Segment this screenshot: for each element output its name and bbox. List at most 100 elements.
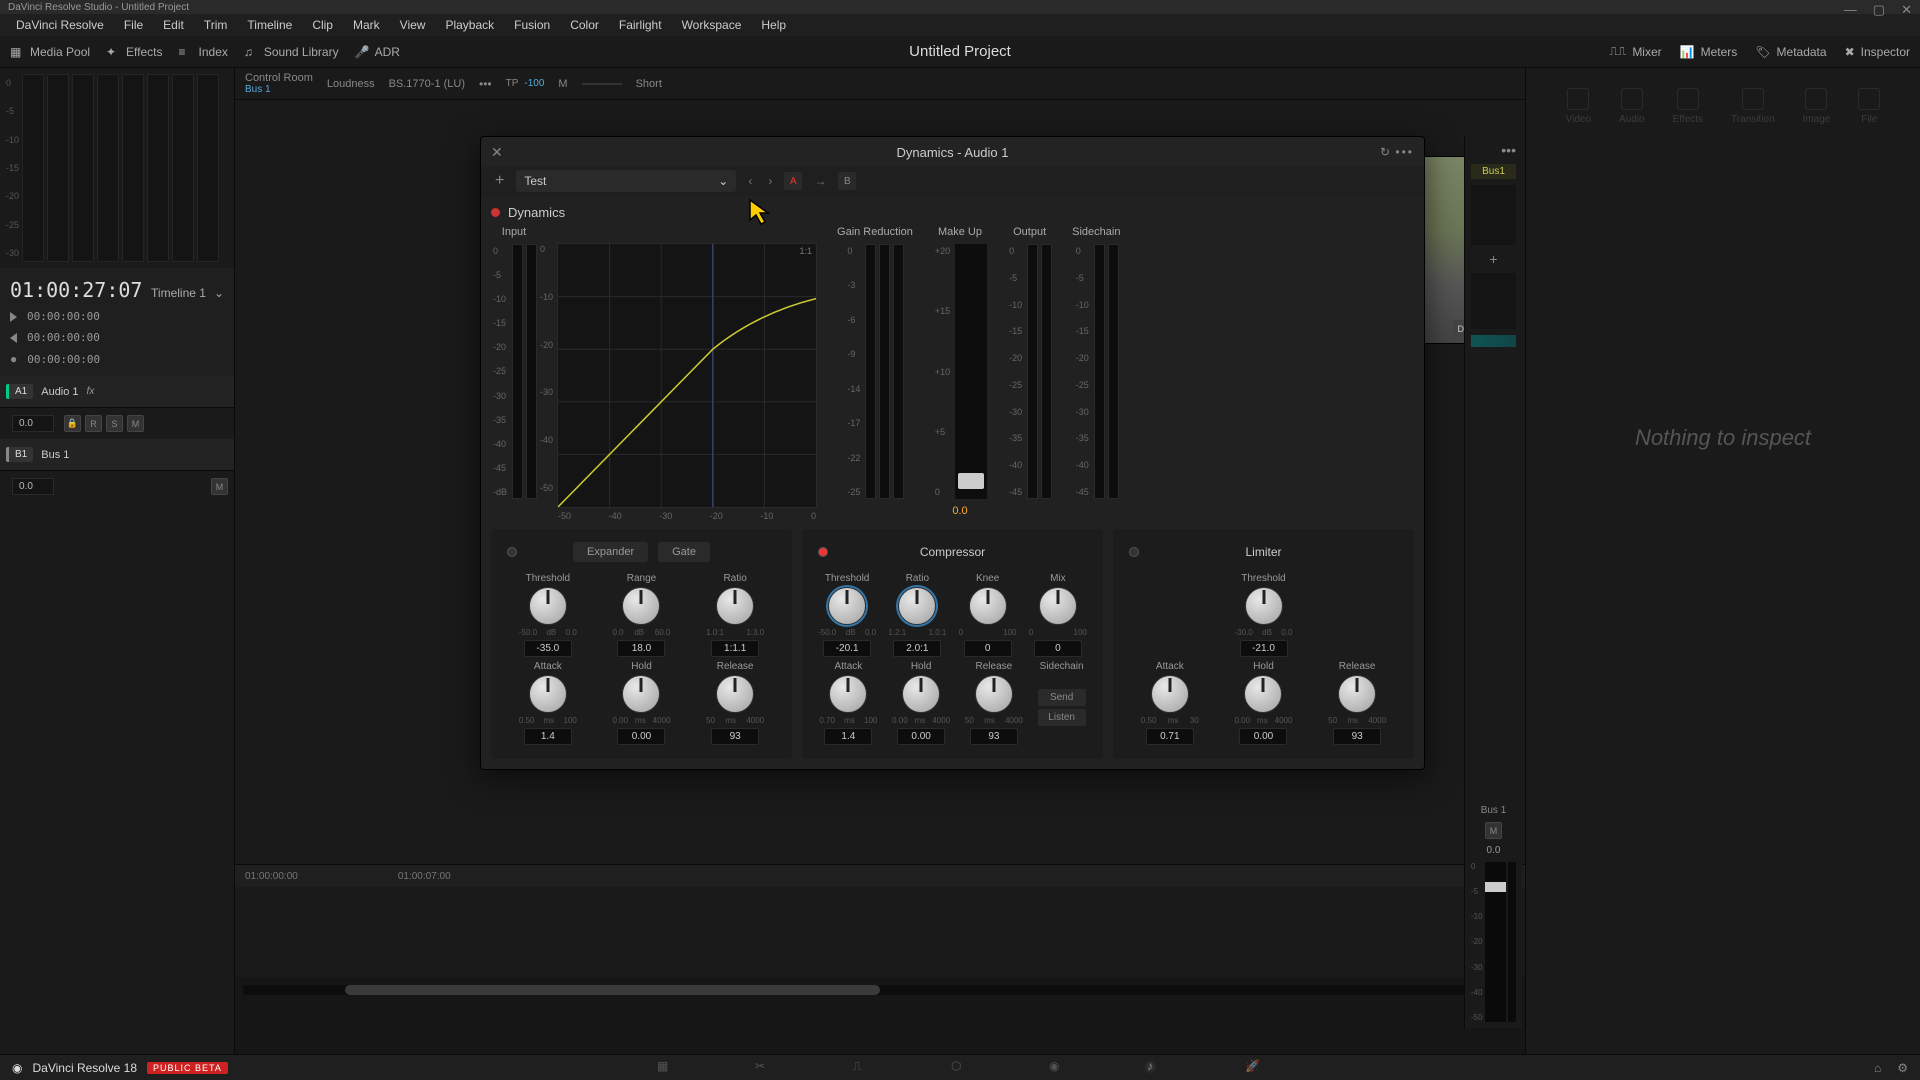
mixer-button[interactable]: ⎍⎍Mixer — [1610, 44, 1662, 59]
expander-threshold-knob[interactable] — [529, 587, 567, 625]
menu-color[interactable]: Color — [560, 15, 609, 35]
compressor-attack-value[interactable]: 1.4 — [824, 728, 872, 745]
expander-range-knob[interactable] — [622, 587, 660, 625]
minimize-icon[interactable]: — — [1844, 2, 1857, 18]
page-fusion-icon[interactable]: ⬡ — [951, 1059, 969, 1077]
expander-hold-value[interactable]: 0.00 — [617, 728, 665, 745]
expander-ratio-value[interactable]: 1:1.1 — [711, 640, 759, 657]
ab-copy-button[interactable]: → — [810, 174, 830, 188]
track-b1-gain[interactable]: 0.0 — [12, 478, 54, 495]
gate-tab[interactable]: Gate — [658, 542, 710, 562]
mute-button[interactable]: M — [1485, 822, 1502, 839]
bus-fader[interactable] — [1485, 862, 1506, 1022]
mute-button[interactable]: M — [127, 415, 144, 432]
limiter-hold-knob[interactable] — [1244, 675, 1282, 713]
page-cut-icon[interactable]: ✂ — [755, 1059, 773, 1077]
sidechain-send-button[interactable]: Send — [1038, 689, 1086, 706]
page-media-icon[interactable]: ▦ — [657, 1059, 675, 1077]
menu-help[interactable]: Help — [751, 15, 796, 35]
compressor-ratio-value[interactable]: 2.0:1 — [893, 640, 941, 657]
limiter-enable-toggle[interactable] — [1129, 547, 1139, 557]
expander-enable-toggle[interactable] — [507, 547, 517, 557]
expander-release-knob[interactable] — [716, 675, 754, 713]
limiter-release-knob[interactable] — [1338, 675, 1376, 713]
compressor-threshold-knob[interactable] — [828, 587, 866, 625]
dynamics-enable-led[interactable] — [491, 208, 500, 217]
bus-eq[interactable] — [1471, 185, 1516, 245]
preset-next-button[interactable]: › — [764, 174, 776, 188]
makeup-value[interactable]: 0.0 — [952, 505, 967, 517]
bus-dynamics[interactable] — [1471, 273, 1516, 329]
preset-prev-button[interactable]: ‹ — [744, 174, 756, 188]
menu-edit[interactable]: Edit — [153, 15, 194, 35]
page-fairlight-icon[interactable]: ♪ — [1147, 1059, 1165, 1077]
dialog-menu-icon[interactable]: ••• — [1395, 145, 1414, 159]
compressor-knee-knob[interactable] — [969, 587, 1007, 625]
expander-hold-knob[interactable] — [622, 675, 660, 713]
tab-audio[interactable]: Audio — [1619, 88, 1645, 125]
menu-fusion[interactable]: Fusion — [504, 15, 560, 35]
menu-timeline[interactable]: Timeline — [237, 15, 302, 35]
menu-file[interactable]: File — [114, 15, 153, 35]
sound-library-button[interactable]: ♫Sound Library — [244, 45, 339, 59]
close-window-icon[interactable]: ✕ — [1901, 2, 1912, 18]
bus-gain[interactable]: 0.0 — [1471, 845, 1516, 856]
menu-view[interactable]: View — [390, 15, 436, 35]
bus-label[interactable]: Bus 1 — [245, 84, 313, 95]
settings-icon[interactable]: ⚙ — [1897, 1061, 1908, 1075]
preset-selector[interactable]: Test⌄ — [516, 170, 736, 192]
bus-name[interactable]: Bus1 — [1471, 164, 1516, 179]
menu-workspace[interactable]: Workspace — [672, 15, 752, 35]
more-icon[interactable]: ••• — [1471, 142, 1516, 158]
play-icon[interactable] — [10, 312, 17, 322]
add-button[interactable]: + — [1471, 251, 1516, 267]
record-button[interactable]: R — [85, 415, 102, 432]
compressor-enable-toggle[interactable] — [818, 547, 828, 557]
stop-icon[interactable]: ● — [10, 352, 17, 366]
track-a1-header[interactable]: A1 Audio 1 fx — [0, 376, 234, 408]
inspector-button[interactable]: ✖Inspector — [1845, 44, 1910, 59]
index-button[interactable]: ≡Index — [179, 45, 228, 59]
lock-icon[interactable]: 🔒 — [64, 415, 81, 432]
menu-playback[interactable]: Playback — [435, 15, 504, 35]
compressor-ratio-knob[interactable] — [898, 587, 936, 625]
play-reverse-icon[interactable] — [10, 333, 17, 343]
tab-transition[interactable]: Transition — [1731, 88, 1775, 125]
page-deliver-icon[interactable]: 🚀 — [1245, 1059, 1263, 1077]
menu-clip[interactable]: Clip — [302, 15, 343, 35]
bus-pan[interactable] — [1471, 335, 1516, 347]
tab-file[interactable]: File — [1858, 88, 1880, 125]
adr-button[interactable]: 🎤ADR — [355, 45, 400, 59]
metadata-button[interactable]: 🏷Metadata — [1755, 44, 1826, 59]
more-icon[interactable]: ••• — [479, 77, 492, 91]
compressor-attack-knob[interactable] — [829, 675, 867, 713]
fx-indicator[interactable]: fx — [87, 386, 95, 397]
page-edit-icon[interactable]: ⎍ — [853, 1059, 871, 1077]
limiter-hold-value[interactable]: 0.00 — [1239, 728, 1287, 745]
media-pool-button[interactable]: ▦Media Pool — [10, 45, 90, 59]
tc-dur[interactable]: 00:00:00:00 — [27, 353, 100, 366]
tc-out[interactable]: 00:00:00:00 — [27, 331, 100, 344]
timeline-scrollbar[interactable] — [243, 985, 1517, 995]
menu-resolve[interactable]: DaVinci Resolve — [6, 15, 114, 35]
effects-button[interactable]: ✦Effects — [106, 45, 162, 59]
limiter-attack-value[interactable]: 0.71 — [1146, 728, 1194, 745]
expander-tab[interactable]: Expander — [573, 542, 648, 562]
limiter-threshold-knob[interactable] — [1245, 587, 1283, 625]
reset-icon[interactable]: ↻ — [1380, 145, 1390, 159]
maximize-icon[interactable]: ▢ — [1873, 2, 1885, 18]
tab-image[interactable]: Image — [1803, 88, 1831, 125]
tab-effects[interactable]: Effects — [1673, 88, 1703, 125]
tc-in[interactable]: 00:00:00:00 — [27, 310, 100, 323]
compressor-mix-value[interactable]: 0 — [1034, 640, 1082, 657]
compressor-knee-value[interactable]: 0 — [964, 640, 1012, 657]
expander-range-value[interactable]: 18.0 — [617, 640, 665, 657]
track-b1-header[interactable]: B1 Bus 1 — [0, 439, 234, 471]
close-icon[interactable]: ✕ — [491, 144, 503, 161]
loudness-standard[interactable]: BS.1770-1 (LU) — [389, 78, 465, 90]
expander-attack-knob[interactable] — [529, 675, 567, 713]
compressor-release-knob[interactable] — [975, 675, 1013, 713]
mute-button[interactable]: M — [211, 478, 228, 495]
expander-attack-value[interactable]: 1.4 — [524, 728, 572, 745]
sidechain-listen-button[interactable]: Listen — [1038, 709, 1086, 726]
